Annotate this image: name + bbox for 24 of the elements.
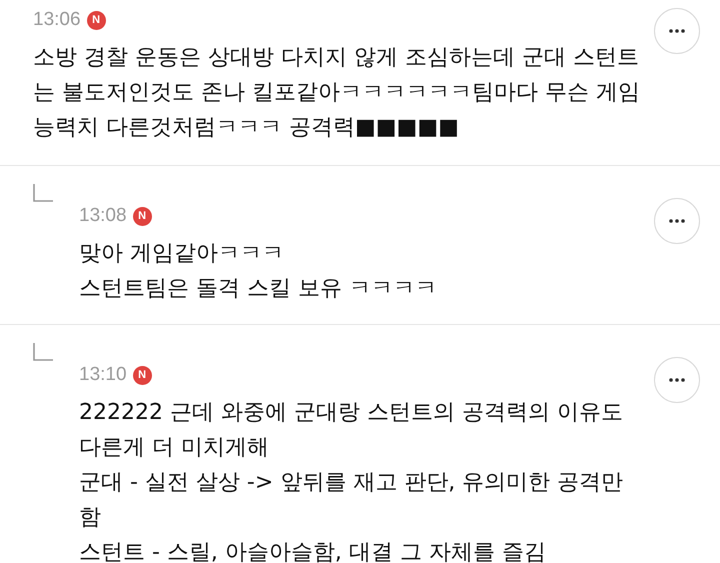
more-button[interactable] <box>654 198 700 244</box>
reply-indent-icon <box>33 343 53 361</box>
comment-text: 맞아 게임같아ㅋㅋㅋ <box>79 240 285 268</box>
more-icon <box>669 29 685 33</box>
more-icon <box>669 219 685 223</box>
comment-time: 13:08 <box>79 205 127 227</box>
comment-text: 는 불도저인것도 존나 킬포같아ㅋㅋㅋㅋㅋㅋ팀마다 무슨 게임 <box>33 79 641 107</box>
comment-text: 다른게 더 미치게해 <box>79 434 270 462</box>
comment-time: 13:06 <box>33 9 81 31</box>
more-button[interactable] <box>654 8 700 54</box>
comment-time: 13:10 <box>79 364 127 386</box>
comment-text: 스턴트팀은 돌격 스킬 보유 ㅋㅋㅋㅋ <box>79 275 438 303</box>
comment-text: 스턴트 - 스릴, 아슬아슬함, 대결 그 자체를 즐김 <box>79 539 547 563</box>
comment-text: 소방 경찰 운동은 상대방 다치지 않게 조심하는데 군대 스턴트 <box>33 44 640 72</box>
comment-text: 군대 - 실전 살상 -> 앞뒤를 재고 판단, 유의미한 공격만 <box>79 469 624 497</box>
more-button[interactable] <box>654 357 700 403</box>
comment-text: 222222 근데 와중에 군대랑 스턴트의 공격력의 이유도 <box>79 399 624 427</box>
new-badge: N <box>132 206 152 226</box>
new-badge: N <box>86 10 106 30</box>
comment-text: 능력치 다른것처럼ㅋㅋㅋ 공격력■■■■■ <box>33 114 460 142</box>
comment-text: 함 <box>79 504 102 532</box>
new-badge: N <box>132 366 152 384</box>
more-icon <box>669 378 685 382</box>
reply-indent-icon <box>33 184 53 202</box>
